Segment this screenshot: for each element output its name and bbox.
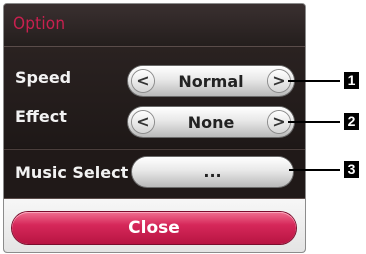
effect-next-button[interactable]: > [268,111,290,133]
effect-selector[interactable]: < None > [128,107,294,137]
music-select-section: Music Select ... [4,149,305,199]
close-button[interactable]: Close [12,212,296,244]
callout-line-1 [288,80,340,82]
music-select-label: Music Select [15,163,129,182]
callout-badge-3: 3 [344,161,359,178]
callout-line-3 [289,169,340,171]
speed-selector[interactable]: < Normal > [128,66,294,96]
speed-next-button[interactable]: > [268,70,290,92]
effect-value: None [187,113,235,132]
effect-label: Effect [15,107,67,126]
speed-prev-button[interactable]: < [132,70,154,92]
callout-badge-1: 1 [344,72,359,89]
option-dialog: Option Speed < Normal > Effect < None > … [3,3,306,253]
music-select-value: ... [203,162,222,181]
dialog-footer: Close [4,199,305,252]
callout-badge-2: 2 [344,113,359,130]
options-panel: Speed < Normal > Effect < None > [4,47,305,148]
effect-prev-button[interactable]: < [132,111,154,133]
dialog-titlebar: Option [4,4,305,47]
callout-line-2 [288,121,340,123]
music-select-button[interactable]: ... [132,157,293,187]
close-button-label: Close [128,218,180,238]
speed-label: Speed [15,68,72,87]
dialog-title: Option [13,14,66,34]
speed-value: Normal [178,72,244,91]
